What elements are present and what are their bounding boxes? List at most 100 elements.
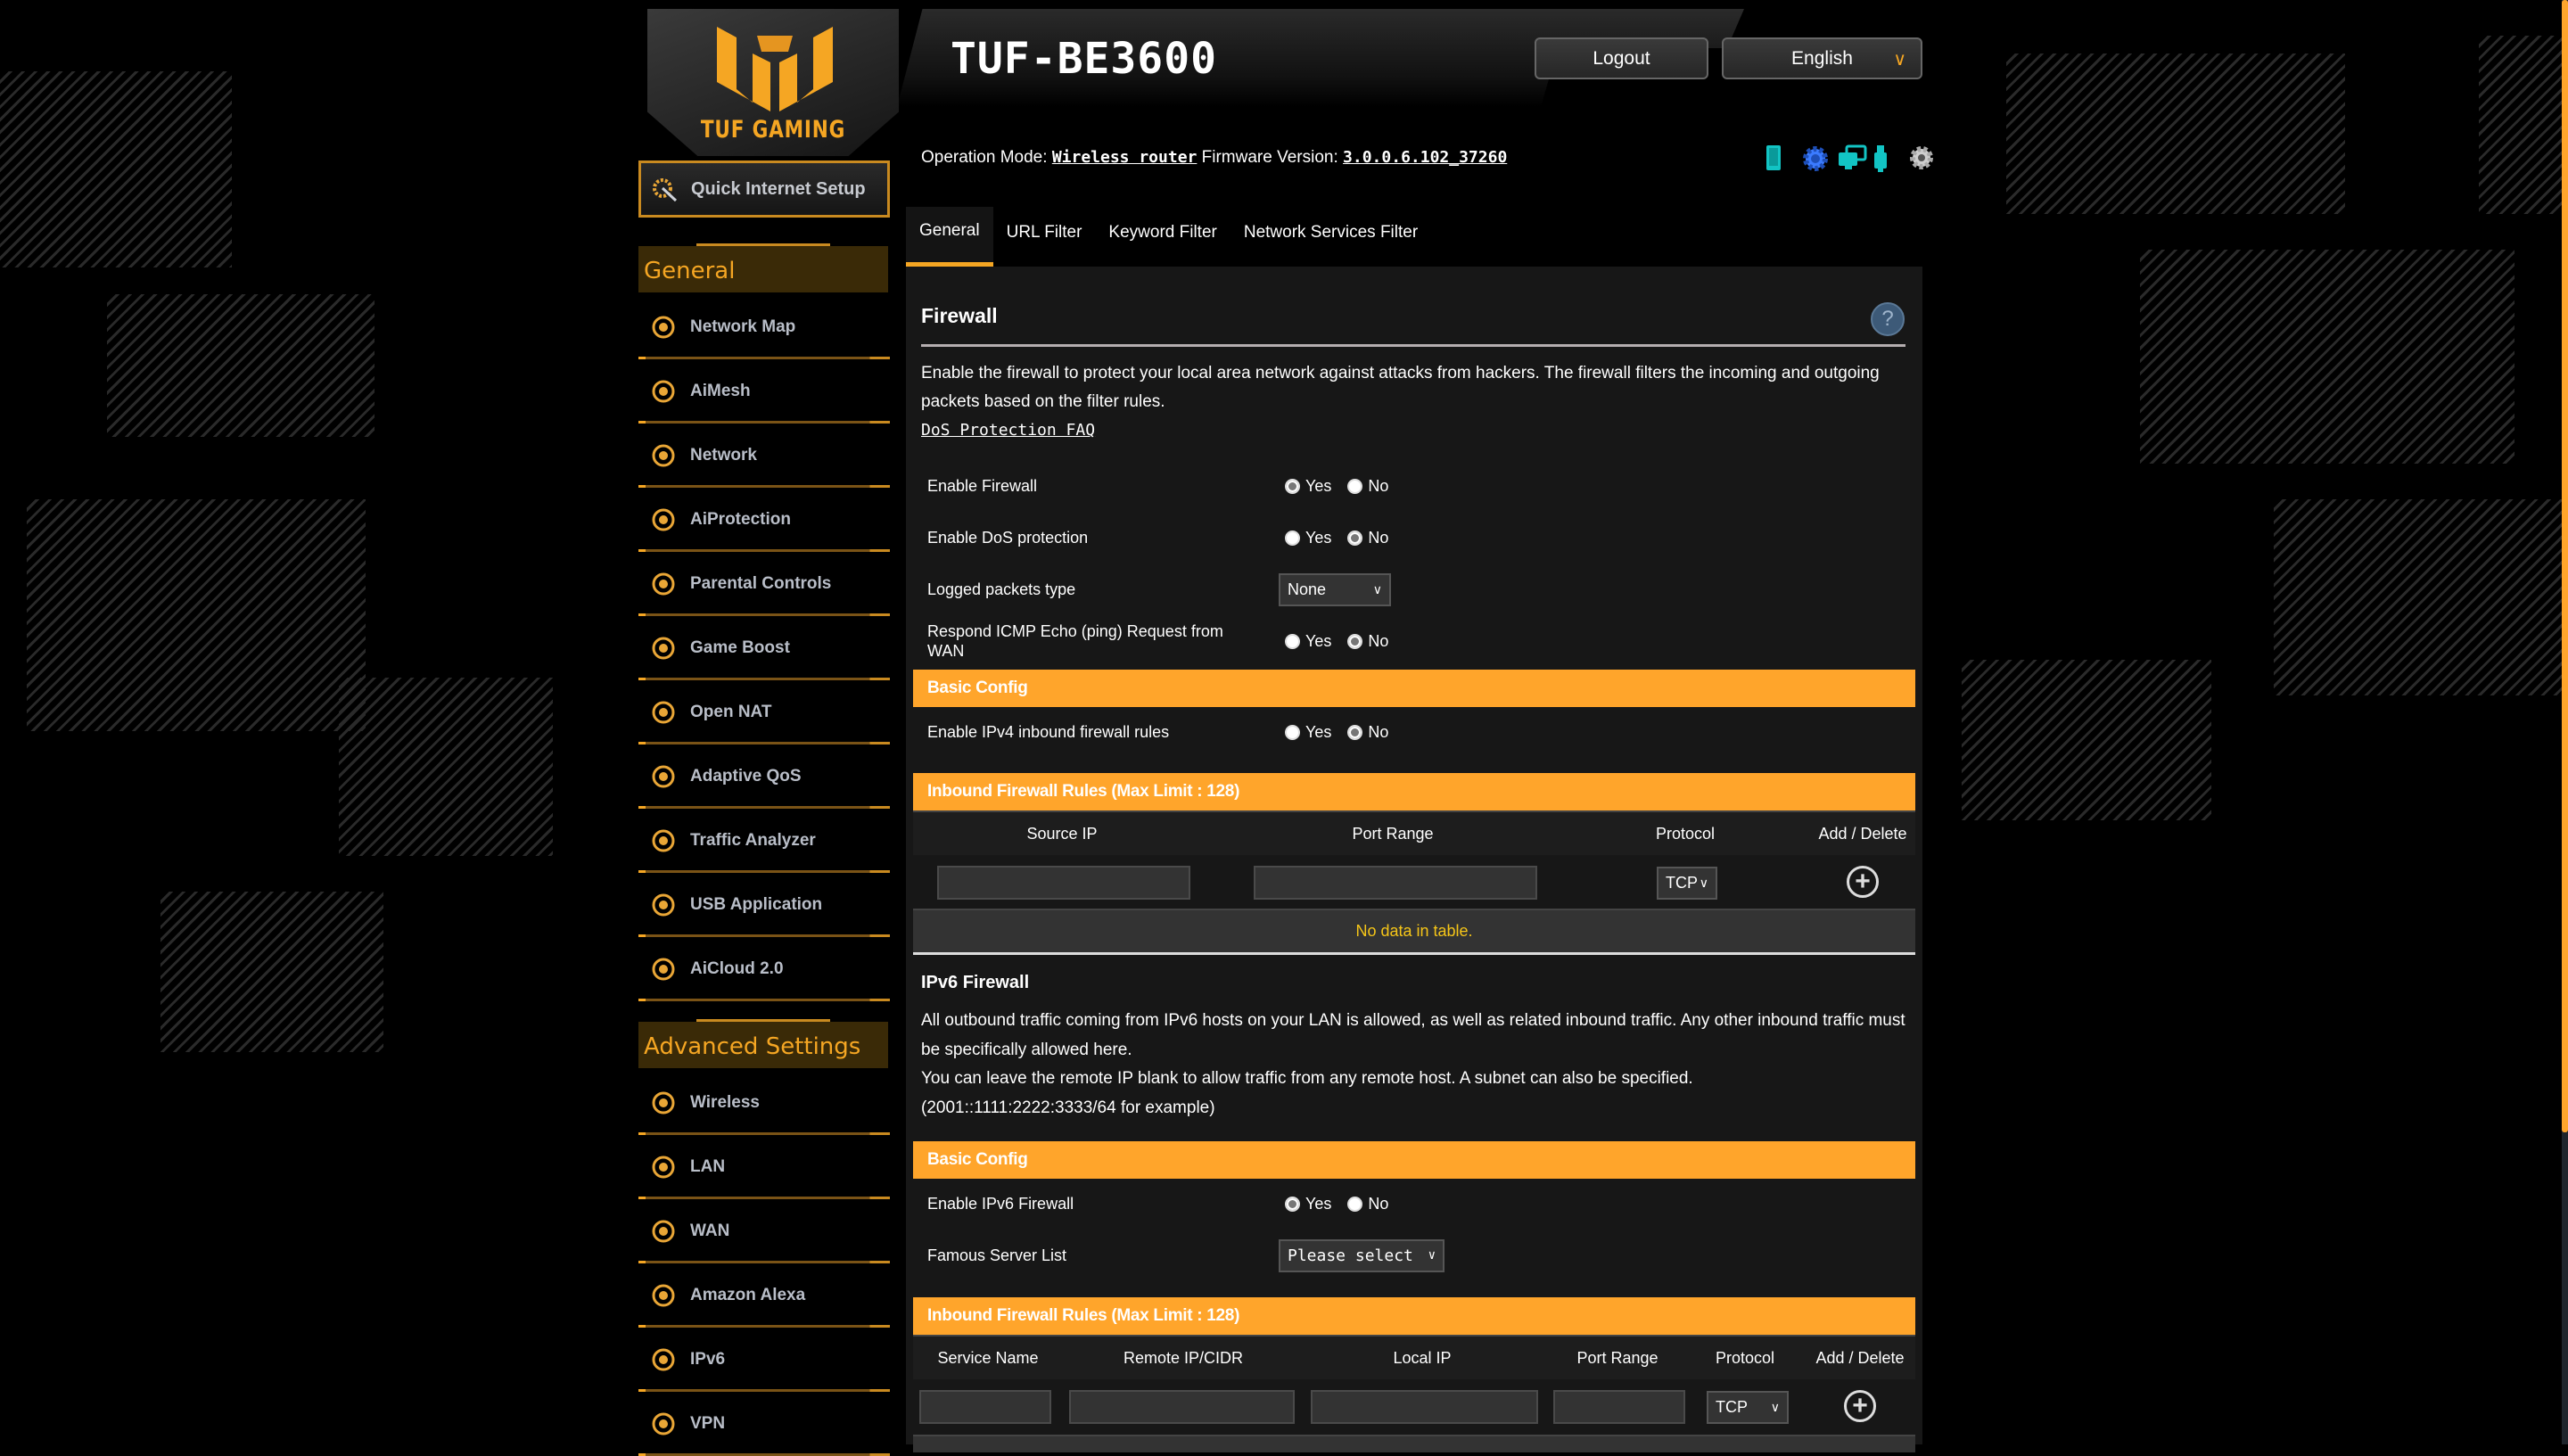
- sidebar-item-aimesh[interactable]: AiMesh: [638, 359, 890, 424]
- sidebar-item-wireless[interactable]: Wireless: [638, 1071, 890, 1135]
- ipv6-rules-table-header: Service Name Remote IP/CIDR Local IP Por…: [913, 1335, 1915, 1379]
- col-service-name: Service Name: [937, 1349, 1038, 1368]
- tab-network-services-filter[interactable]: Network Services Filter: [1230, 207, 1431, 267]
- enable-firewall-yes-radio[interactable]: [1285, 479, 1300, 494]
- firmware-link[interactable]: 3.0.0.6.102_37260: [1343, 148, 1507, 167]
- globe-users-icon: [651, 443, 676, 468]
- tab-general[interactable]: General: [906, 207, 993, 267]
- sidebar-item-vpn[interactable]: VPN: [638, 1392, 890, 1456]
- sidebar-item-adaptive-qos[interactable]: Adaptive QoS: [638, 744, 890, 809]
- basic-config-header: Basic Config: [913, 670, 1915, 707]
- model-name: TUF-BE3600: [951, 34, 1217, 84]
- brand-name: TUF GAMING: [672, 116, 874, 144]
- ipv6-firewall-title: IPv6 Firewall: [921, 973, 1029, 993]
- enable-dos-row: Enable DoS protection YesNo: [906, 512, 1922, 563]
- chevron-down-icon: ∨: [1700, 876, 1708, 891]
- sidebar-item-traffic-analyzer[interactable]: Traffic Analyzer: [638, 809, 890, 873]
- famous-server-row: Famous Server List Please select∨: [906, 1230, 1922, 1281]
- inbound-rules-header: Inbound Firewall Rules (Max Limit : 128): [913, 773, 1915, 810]
- shield-lock-icon: [651, 507, 676, 532]
- page-scrollbar[interactable]: [2562, 0, 2568, 1444]
- tab-keyword-filter[interactable]: Keyword Filter: [1095, 207, 1230, 267]
- sidebar-item-open-nat[interactable]: Open NAT: [638, 680, 890, 744]
- quick-internet-setup-button[interactable]: Quick Internet Setup: [638, 160, 890, 218]
- firmware-label: Firmware Version:: [1202, 148, 1338, 167]
- icmp-row: Respond ICMP Echo (ping) Request from WA…: [906, 615, 1922, 667]
- ipv6-firewall-yes-radio[interactable]: [1285, 1197, 1300, 1212]
- add-rule-button[interactable]: +: [1847, 866, 1879, 898]
- sidebar-item-aiprotection[interactable]: AiProtection: [638, 488, 890, 552]
- ipv6-icon: [651, 1347, 676, 1372]
- col-local-ip: Local IP: [1393, 1349, 1451, 1368]
- chevron-down-icon: ∨: [1373, 582, 1382, 597]
- logout-button[interactable]: Logout: [1535, 37, 1708, 79]
- sidebar-item-game-boost[interactable]: Game Boost: [638, 616, 890, 680]
- language-select[interactable]: English∨: [1722, 37, 1922, 79]
- local-ip-input[interactable]: [1311, 1390, 1538, 1424]
- status-icons: [1766, 144, 1931, 173]
- chevron-down-icon: ∨: [1428, 1248, 1436, 1263]
- remote-ip-input[interactable]: [1069, 1390, 1295, 1424]
- sidebar-item-label: IPv6: [690, 1350, 725, 1370]
- famous-server-value: Please select: [1288, 1246, 1413, 1265]
- rocket-icon: [651, 636, 676, 661]
- refresh-gear-icon[interactable]: [1908, 144, 1931, 173]
- ipv6-desc-1: All outbound traffic coming from IPv6 ho…: [921, 1007, 1911, 1065]
- enable-dos-no-radio[interactable]: [1347, 531, 1362, 546]
- sidebar-item-label: AiProtection: [690, 510, 791, 530]
- source-ip-input[interactable]: [937, 866, 1190, 900]
- sidebar-item-label: Game Boost: [690, 638, 790, 658]
- icmp-yes-radio[interactable]: [1285, 634, 1300, 649]
- famous-server-select[interactable]: Please select ∨: [1279, 1239, 1444, 1272]
- sidebar-item-wan[interactable]: WAN: [638, 1199, 890, 1263]
- op-mode-link[interactable]: Wireless router: [1052, 148, 1198, 167]
- sidebar-item-network[interactable]: Network: [638, 424, 890, 488]
- ipv4-inbound-no-radio[interactable]: [1347, 725, 1362, 740]
- usb-icon[interactable]: [1872, 144, 1896, 173]
- sidebar-item-parental-controls[interactable]: Parental Controls: [638, 552, 890, 616]
- yes-label: Yes: [1305, 529, 1331, 547]
- col-port-range: Port Range: [1352, 825, 1433, 843]
- icmp-no-radio[interactable]: [1347, 634, 1362, 649]
- sidebar-item-label: Amazon Alexa: [690, 1286, 805, 1305]
- sidebar-item-network-map[interactable]: Network Map: [638, 295, 890, 359]
- sidebar-item-amazon-alexa[interactable]: Amazon Alexa: [638, 1263, 890, 1328]
- protocol-select[interactable]: TCP∨: [1707, 1391, 1789, 1424]
- sidebar-item-usb-application[interactable]: USB Application: [638, 873, 890, 937]
- ipv4-inbound-row: Enable IPv4 inbound firewall rules YesNo: [906, 706, 1922, 758]
- phone-icon[interactable]: [1766, 144, 1789, 173]
- monitors-icon[interactable]: [1837, 144, 1860, 173]
- service-name-input[interactable]: [919, 1390, 1051, 1424]
- dos-protection-faq-link[interactable]: DoS Protection FAQ: [921, 416, 1911, 445]
- yes-label: Yes: [1305, 1195, 1331, 1213]
- sidebar-item-lan[interactable]: LAN: [638, 1135, 890, 1199]
- tab-url-filter[interactable]: URL Filter: [993, 207, 1096, 267]
- inbound-rules-new-row: TCP∨ +: [913, 855, 1915, 909]
- sidebar-item-ipv6[interactable]: IPv6: [638, 1328, 890, 1392]
- no-label: No: [1368, 632, 1388, 651]
- ipv4-inbound-label: Enable IPv4 inbound firewall rules: [927, 722, 1257, 742]
- scrollbar-thumb[interactable]: [2562, 0, 2568, 1132]
- help-icon[interactable]: ?: [1871, 302, 1905, 336]
- add-rule-button[interactable]: +: [1844, 1390, 1876, 1422]
- gear-icon[interactable]: [1801, 144, 1824, 173]
- enable-dos-yes-radio[interactable]: [1285, 531, 1300, 546]
- enable-firewall-no-radio[interactable]: [1347, 479, 1362, 494]
- port-range-input[interactable]: [1553, 1390, 1685, 1424]
- ipv6-firewall-no-radio[interactable]: [1347, 1197, 1362, 1212]
- icmp-label: Respond ICMP Echo (ping) Request from WA…: [927, 621, 1257, 661]
- logged-packets-select[interactable]: None ∨: [1279, 573, 1391, 606]
- protocol-value: TCP: [1716, 1398, 1748, 1417]
- vpn-monitor-icon: [651, 1411, 676, 1436]
- no-label: No: [1368, 1195, 1388, 1213]
- enable-ipv6-firewall-row: Enable IPv6 Firewall Yes No: [906, 1178, 1922, 1230]
- sidebar-item-label: Parental Controls: [690, 574, 831, 594]
- sidebar-item-aicloud-2-0[interactable]: AiCloud 2.0: [638, 937, 890, 1001]
- logged-packets-value: None: [1288, 580, 1326, 599]
- ipv4-inbound-yes-radio[interactable]: [1285, 725, 1300, 740]
- protocol-select[interactable]: TCP∨: [1657, 867, 1717, 900]
- enable-ipv6-firewall-label: Enable IPv6 Firewall: [927, 1194, 1257, 1213]
- logout-label: Logout: [1593, 48, 1650, 70]
- port-range-input[interactable]: [1254, 866, 1537, 900]
- tuf-logo[interactable]: TUF GAMING: [647, 9, 899, 156]
